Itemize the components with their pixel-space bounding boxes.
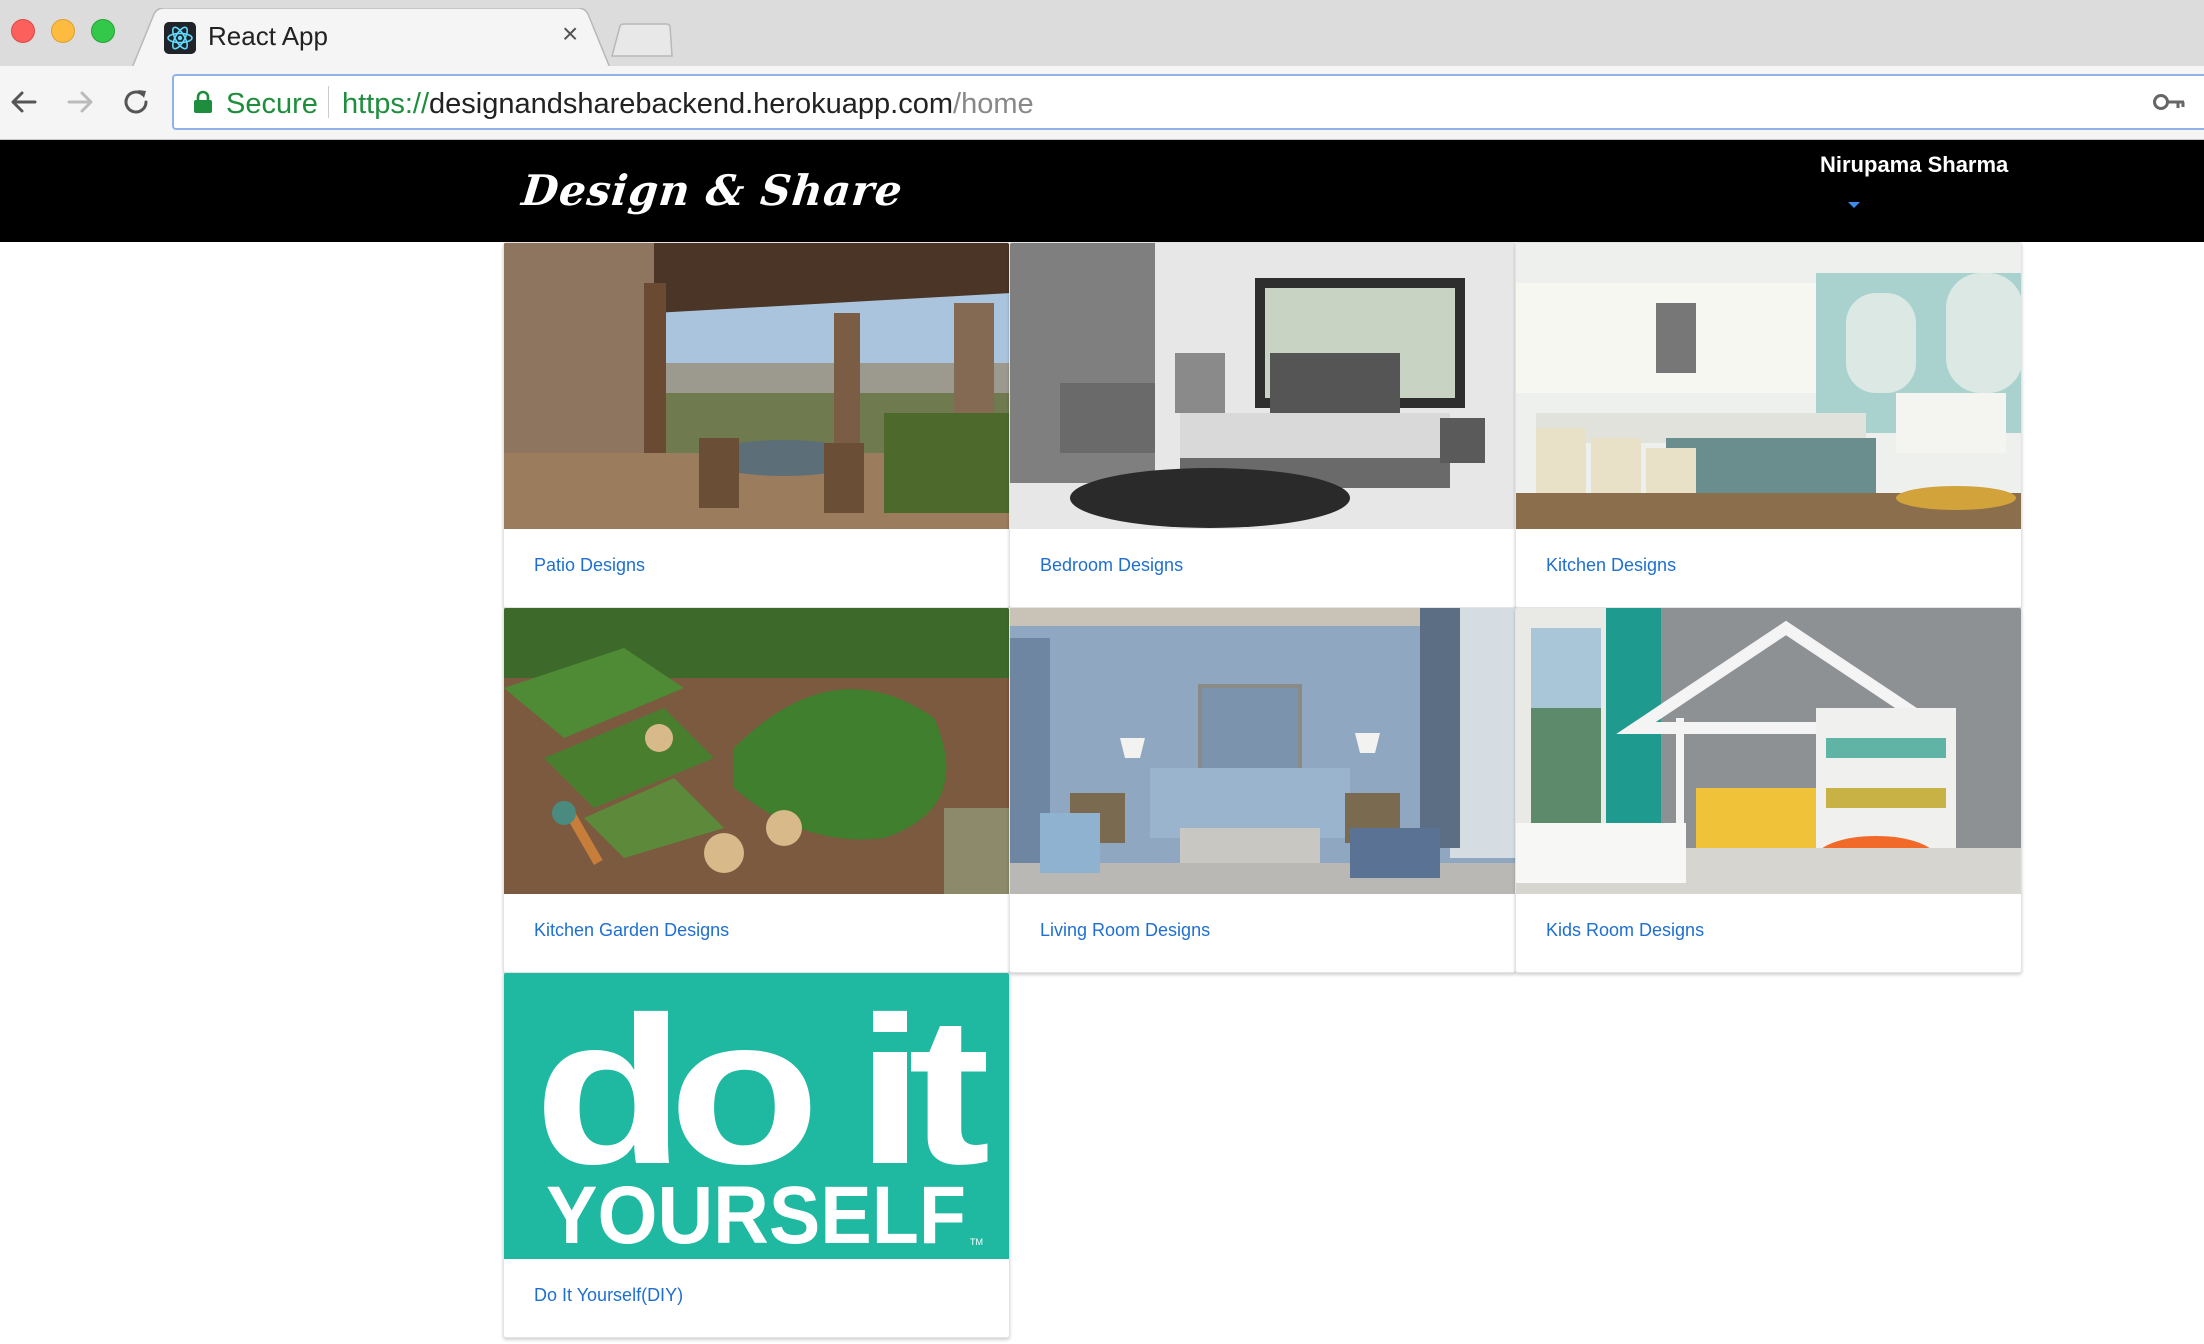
category-label[interactable]: Kitchen Garden Designs xyxy=(534,920,729,941)
kitchen-garden-image[interactable] xyxy=(504,608,1009,894)
lock-icon xyxy=(194,90,212,113)
category-label[interactable]: Patio Designs xyxy=(534,555,645,576)
category-card-patio[interactable]: Patio Designs xyxy=(503,242,1010,608)
category-card-diy[interactable]: do it YOURSELF TM Do It Yourself(DIY) xyxy=(503,972,1010,1338)
category-label[interactable]: Bedroom Designs xyxy=(1040,555,1183,576)
category-card-living-room[interactable]: Living Room Designs xyxy=(1009,607,1516,973)
key-icon[interactable] xyxy=(2152,90,2188,114)
diy-image[interactable]: do it YOURSELF TM xyxy=(504,973,1009,1259)
category-label[interactable]: Kitchen Designs xyxy=(1546,555,1676,576)
react-logo-icon xyxy=(164,22,196,54)
close-window-button[interactable] xyxy=(11,19,35,43)
browser-tab[interactable] xyxy=(132,8,610,68)
secure-label: Secure xyxy=(226,88,318,120)
chevron-down-icon[interactable] xyxy=(1848,202,1860,208)
category-card-kitchen-garden[interactable]: Kitchen Garden Designs xyxy=(503,607,1010,973)
app-navbar: Design & Share Nirupama Sharma xyxy=(0,140,2204,242)
back-icon xyxy=(11,91,37,113)
kids-room-image[interactable] xyxy=(1516,608,2021,894)
user-menu-name[interactable]: Nirupama Sharma xyxy=(1820,152,2008,178)
minimize-window-button[interactable] xyxy=(51,19,75,43)
back-button[interactable] xyxy=(4,82,44,122)
brand-logo[interactable]: Design & Share xyxy=(519,166,905,215)
browser-tab-strip: React App × xyxy=(0,0,2204,68)
category-card-kitchen[interactable]: Kitchen Designs xyxy=(1515,242,2022,608)
reload-button[interactable] xyxy=(116,82,156,122)
url-text[interactable]: https://designandsharebackend.herokuapp.… xyxy=(342,88,1034,121)
address-separator xyxy=(328,86,329,118)
new-tab-button[interactable] xyxy=(610,22,674,58)
category-label[interactable]: Do It Yourself(DIY) xyxy=(534,1285,683,1306)
category-card-bedroom[interactable]: Bedroom Designs xyxy=(1009,242,1516,608)
patio-image[interactable] xyxy=(504,243,1009,529)
category-card-kids-room[interactable]: Kids Room Designs xyxy=(1515,607,2022,973)
diy-image-trademark: TM xyxy=(970,1237,983,1247)
category-label[interactable]: Living Room Designs xyxy=(1040,920,1210,941)
url-path: /home xyxy=(953,88,1034,120)
url-host: designandsharebackend.herokuapp.com xyxy=(429,88,954,120)
forward-icon xyxy=(67,91,93,113)
close-icon[interactable]: × xyxy=(562,20,578,48)
address-bar[interactable]: Secure https://designandsharebackend.her… xyxy=(172,74,2204,130)
maximize-window-button[interactable] xyxy=(91,19,115,43)
bedroom-image[interactable] xyxy=(1010,243,1515,529)
category-label[interactable]: Kids Room Designs xyxy=(1546,920,1704,941)
tab-title: React App xyxy=(208,21,328,51)
url-scheme: https:// xyxy=(342,88,430,120)
reload-icon xyxy=(124,90,148,114)
forward-button[interactable] xyxy=(60,82,100,122)
living-room-image[interactable] xyxy=(1010,608,1515,894)
browser-toolbar: Secure https://designandsharebackend.her… xyxy=(0,66,2204,140)
diy-image-text-line2: YOURSELF xyxy=(546,1170,966,1259)
kitchen-image[interactable] xyxy=(1516,243,2021,529)
